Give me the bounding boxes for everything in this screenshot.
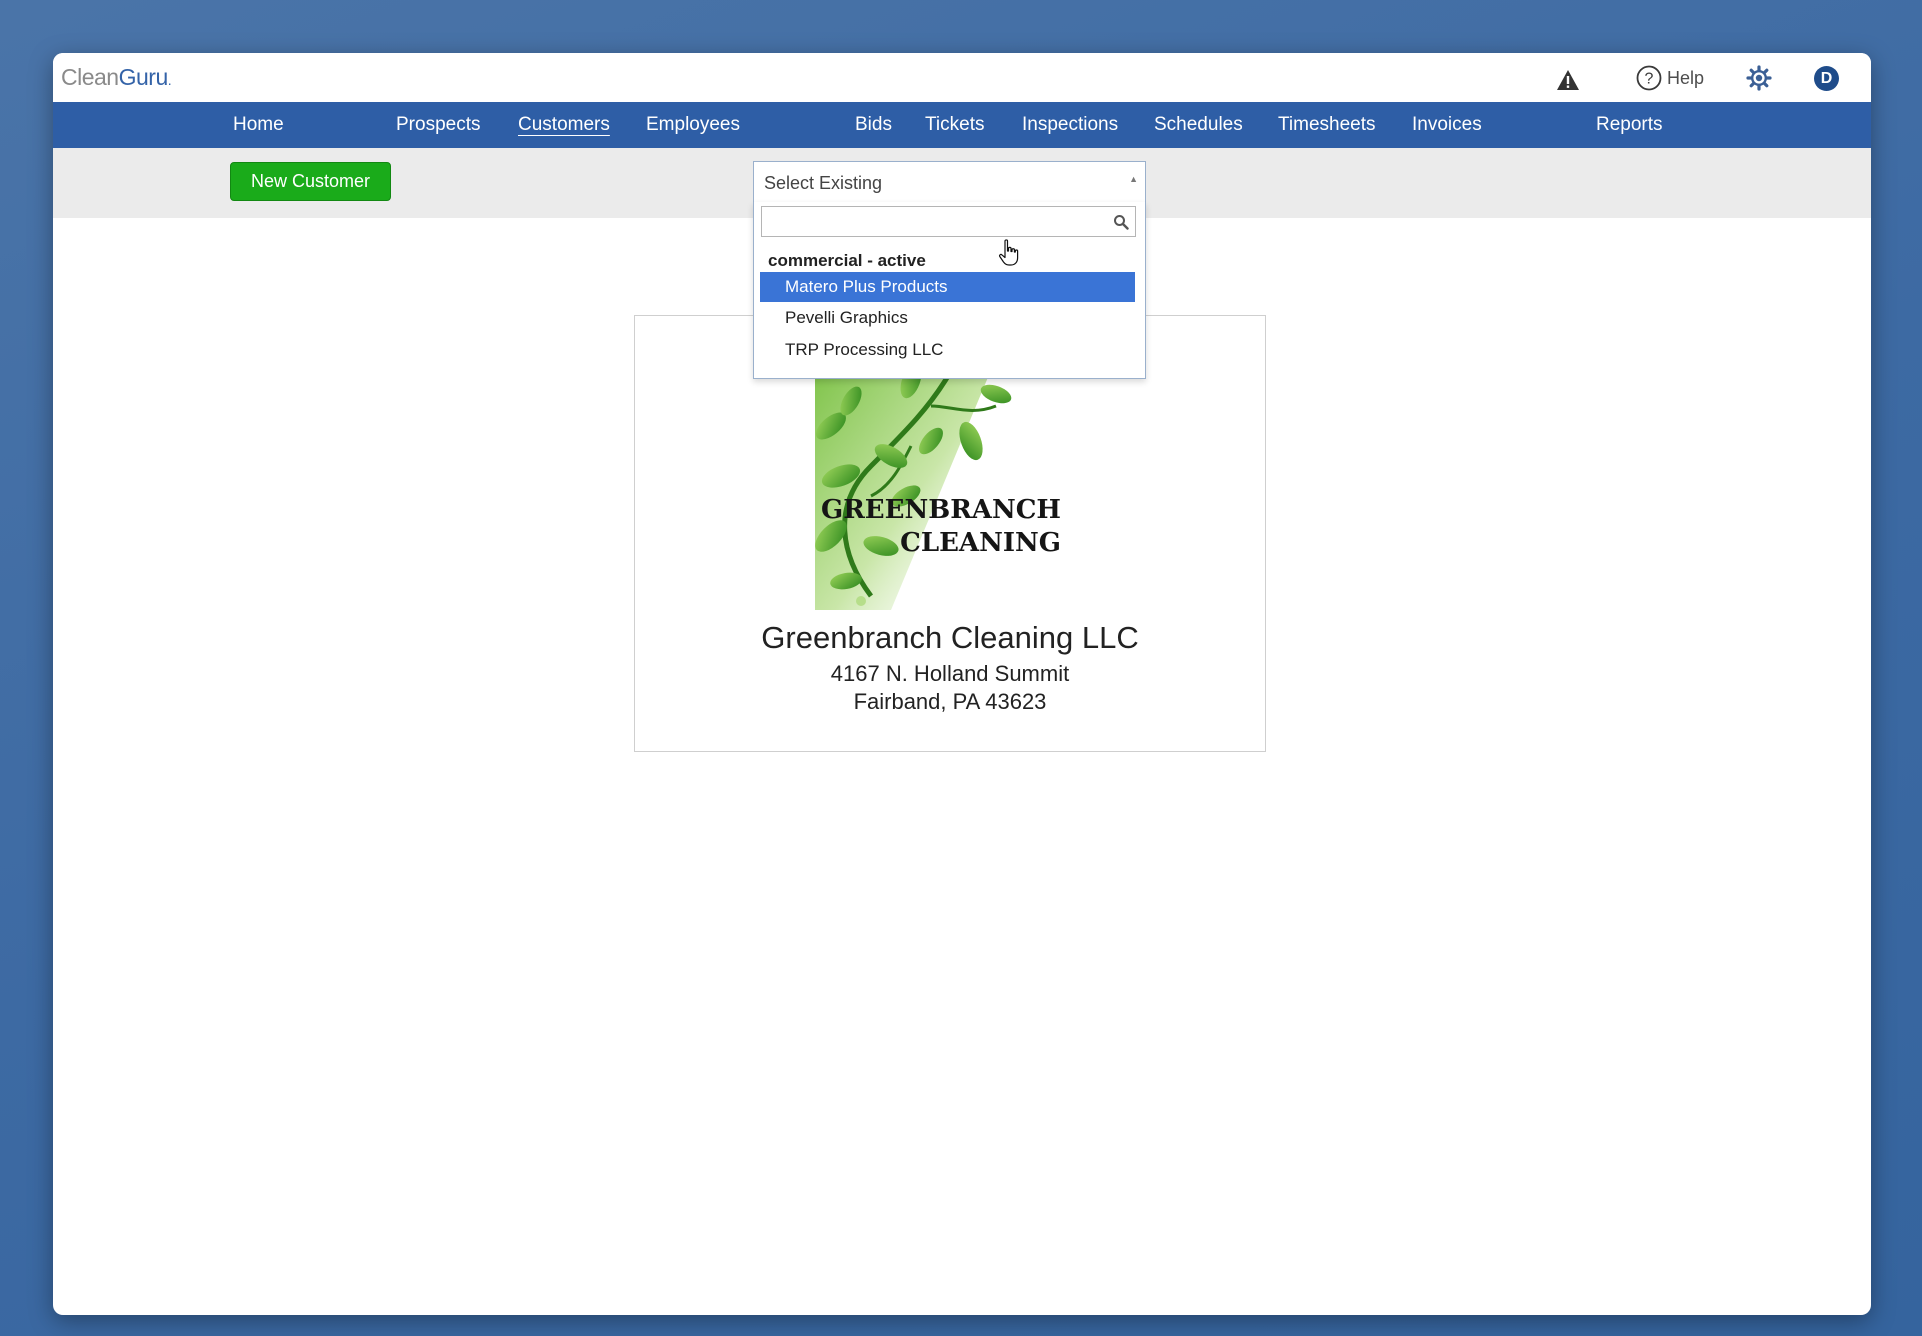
main-nav: Home Prospects Customers Employees Bids … [53, 102, 1871, 148]
app-window: CleanGuru. ? Help D Home Prospects Custo… [53, 53, 1871, 1315]
company-address-line2: Fairband, PA 43623 [853, 689, 1047, 714]
logo-line2: CLEANING [900, 528, 1061, 558]
nav-timesheets[interactable]: Timesheets [1278, 114, 1376, 136]
option-pevelli-graphics[interactable]: Pevelli Graphics [760, 303, 1135, 333]
nav-reports[interactable]: Reports [1596, 114, 1663, 136]
nav-schedules[interactable]: Schedules [1154, 114, 1243, 136]
new-customer-button[interactable]: New Customer [230, 162, 391, 201]
nav-home[interactable]: Home [233, 114, 284, 136]
cleanguru-logo[interactable]: CleanGuru. [61, 64, 172, 91]
nav-bids[interactable]: Bids [855, 114, 892, 136]
help-label: Help [1667, 67, 1705, 88]
user-avatar[interactable]: D [1814, 66, 1839, 91]
nav-customers[interactable]: Customers [518, 114, 610, 136]
option-group-label: commercial - active [768, 251, 926, 270]
option-trp-processing-llc[interactable]: TRP Processing LLC [760, 335, 1135, 365]
logo-guru-text: Guru [118, 64, 169, 90]
top-bar: CleanGuru. ? Help D [53, 53, 1871, 102]
help-circle-icon: ? [1636, 65, 1662, 91]
nav-tickets[interactable]: Tickets [925, 114, 984, 136]
logo-dot: . [167, 72, 172, 88]
svg-text:?: ? [1645, 71, 1654, 88]
greenbranch-logo: GREENBRANCH CLEANING [815, 346, 1061, 610]
customer-dropdown: commercial - active Matero Plus Products… [753, 202, 1146, 379]
nav-invoices[interactable]: Invoices [1412, 114, 1482, 136]
company-card: GREENBRANCH CLEANING Greenbranch Cleanin… [634, 315, 1266, 752]
warning-icon[interactable] [1555, 67, 1581, 93]
select-existing-customer[interactable]: Select Existing ▲ [753, 161, 1146, 203]
logo-clean-text: Clean [61, 64, 119, 90]
nav-employees[interactable]: Employees [646, 114, 740, 136]
nav-inspections[interactable]: Inspections [1022, 114, 1118, 136]
option-matero-plus-products[interactable]: Matero Plus Products [760, 272, 1135, 302]
logo-line1: GREENBRANCH [821, 495, 1061, 525]
dropdown-search-input[interactable] [762, 207, 1135, 236]
nav-prospects[interactable]: Prospects [396, 114, 480, 136]
gear-icon[interactable] [1746, 65, 1772, 91]
select-current-value: Select Existing [764, 173, 883, 193]
company-address-line1: 4167 N. Holland Summit [830, 661, 1070, 686]
search-icon [1114, 215, 1129, 230]
company-name: Greenbranch Cleaning LLC [761, 620, 1139, 655]
caret-up-icon: ▲ [1129, 174, 1138, 184]
dropdown-search [761, 206, 1136, 237]
hand-pointer-icon [999, 239, 1019, 266]
help-link[interactable]: ? Help [1636, 64, 1704, 92]
